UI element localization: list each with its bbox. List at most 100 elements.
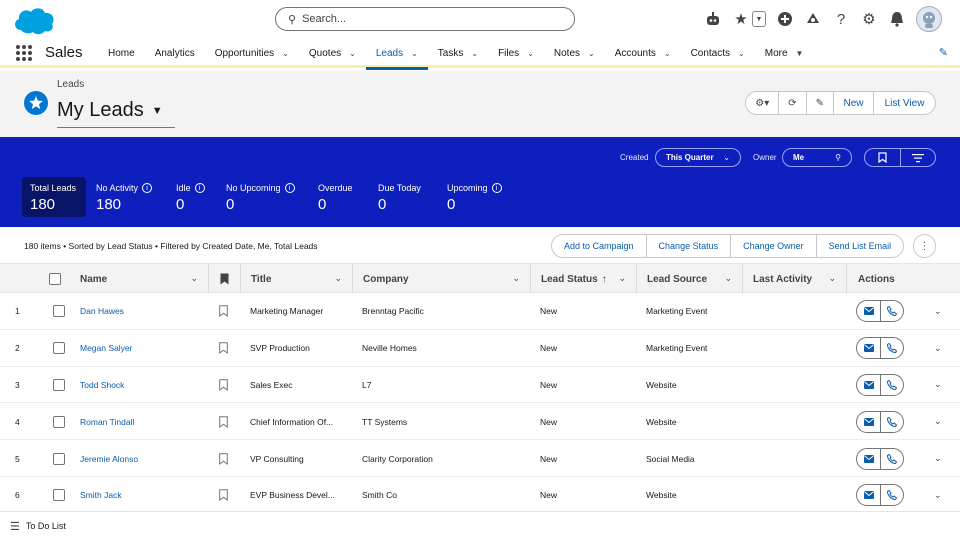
email-button[interactable] [857, 301, 880, 321]
metric-no-upcoming[interactable]: No Upcoming i 0 [218, 177, 308, 217]
filter-lines-button[interactable] [899, 149, 936, 166]
nav-item-accounts[interactable]: Accounts ⌄ [605, 38, 681, 68]
call-button[interactable] [880, 485, 903, 506]
column-header-last-activity[interactable]: Last Activity ⌄ [742, 264, 846, 294]
call-button[interactable] [880, 301, 903, 322]
info-icon[interactable]: i [491, 183, 502, 193]
bookmark-outline-icon[interactable] [219, 379, 228, 391]
row-menu-chevron-icon[interactable]: ⌄ [934, 367, 942, 404]
nav-item-notes[interactable]: Notes ⌄ [544, 38, 605, 68]
chevron-down-icon[interactable]: ⌄ [190, 273, 198, 284]
list-settings-button[interactable]: ⚙▾ [746, 92, 778, 114]
row-menu-chevron-icon[interactable]: ⌄ [934, 330, 942, 367]
column-header-name[interactable]: Name ⌄ [70, 264, 208, 294]
nav-item-home[interactable]: Home [98, 38, 145, 68]
select-all-checkbox[interactable] [49, 273, 61, 285]
more-actions-icon[interactable]: ⋮ [913, 234, 936, 258]
call-button[interactable] [880, 374, 903, 395]
column-header-lead-status[interactable]: Lead Status ↑ ⌄ [530, 264, 636, 294]
email-button[interactable] [857, 375, 880, 395]
lead-name-link[interactable]: Megan Salyer [80, 330, 132, 367]
owner-filter-input[interactable]: Me ⚲ [782, 148, 852, 167]
todo-list-button[interactable]: To Do List [26, 521, 66, 531]
gear-icon[interactable]: ⚙ [860, 10, 878, 28]
row-menu-chevron-icon[interactable]: ⌄ [934, 477, 942, 514]
bookmark-outline-icon[interactable] [219, 415, 228, 428]
metric-no-activity[interactable]: No Activity i 180 [88, 177, 166, 217]
info-icon[interactable]: i [284, 183, 295, 193]
change-owner-button[interactable]: Change Owner [730, 235, 816, 257]
call-button[interactable] [880, 448, 903, 469]
column-header-title[interactable]: Title ⌄ [240, 264, 352, 294]
new-button[interactable]: New [833, 92, 873, 114]
row-checkbox[interactable] [53, 342, 65, 355]
chevron-down-icon[interactable]: ⌄ [618, 273, 626, 284]
send-list-email-button[interactable]: Send List Email [815, 235, 904, 257]
row-menu-chevron-icon[interactable]: ⌄ [934, 293, 942, 330]
email-button[interactable] [857, 449, 880, 469]
metric-overdue[interactable]: Overdue 0 [310, 177, 368, 217]
list-view-button[interactable]: List View [873, 92, 935, 114]
list-view-selector[interactable]: My Leads ▼ [57, 99, 163, 122]
metric-due-today[interactable]: Due Today 0 [370, 177, 437, 217]
edit-list-button[interactable]: ✎ [805, 92, 833, 114]
star-icon[interactable]: ★ [732, 10, 750, 28]
chevron-down-icon[interactable]: ⌄ [282, 49, 289, 58]
nav-item-analytics[interactable]: Analytics [145, 38, 205, 68]
lead-name-link[interactable]: Jeremie Alonso [80, 440, 138, 477]
nav-item-quotes[interactable]: Quotes ⌄ [299, 38, 366, 68]
nav-item-contacts[interactable]: Contacts ⌄ [681, 38, 755, 68]
email-button[interactable] [857, 485, 880, 505]
nav-item-opportunities[interactable]: Opportunities ⌄ [205, 38, 299, 68]
add-icon[interactable] [776, 10, 794, 28]
chevron-down-icon[interactable]: ⌄ [334, 273, 342, 284]
lead-name-link[interactable]: Roman Tindall [80, 403, 134, 440]
email-button[interactable] [857, 412, 880, 432]
row-checkbox[interactable] [53, 452, 65, 465]
row-menu-chevron-icon[interactable]: ⌄ [934, 440, 942, 477]
bookmark-outline-icon[interactable] [219, 452, 228, 465]
bookmark-outline-icon[interactable] [219, 342, 228, 355]
info-icon[interactable]: i [142, 183, 153, 193]
chevron-down-icon[interactable]: ⌄ [724, 273, 732, 284]
global-search-input[interactable]: ⚲ Search... [275, 7, 575, 31]
todo-list-icon[interactable]: ☰ [10, 520, 20, 533]
chevron-down-icon[interactable]: ⌄ [349, 49, 356, 58]
salesforce-cloud-logo[interactable] [11, 4, 57, 36]
nav-item-tasks[interactable]: Tasks ⌄ [428, 38, 488, 68]
column-header-company[interactable]: Company ⌄ [352, 264, 530, 294]
column-header-lead-source[interactable]: Lead Source ⌄ [636, 264, 742, 294]
trailhead-icon[interactable] [804, 10, 822, 28]
help-icon[interactable]: ? [832, 10, 850, 28]
row-checkbox[interactable] [53, 489, 65, 502]
nav-item-more[interactable]: More ▼ [755, 38, 814, 68]
chevron-down-icon[interactable]: ⌄ [527, 49, 534, 58]
nav-item-files[interactable]: Files ⌄ [488, 38, 544, 68]
lead-name-link[interactable]: Smith Jack [80, 477, 122, 514]
bell-icon[interactable] [888, 10, 906, 28]
bookmark-filter-button[interactable] [865, 149, 900, 166]
chevron-down-icon[interactable]: ⌄ [471, 49, 478, 58]
chevron-down-icon[interactable]: ⌄ [738, 49, 745, 58]
user-avatar[interactable] [916, 6, 942, 32]
chevron-down-icon[interactable]: ⌄ [828, 273, 836, 284]
call-button[interactable] [880, 411, 903, 432]
chevron-down-icon[interactable]: ⌄ [588, 49, 595, 58]
caret-down-icon[interactable]: ▼ [152, 105, 163, 117]
row-checkbox[interactable] [53, 305, 65, 318]
favorites-menu-button[interactable]: ▼ [752, 11, 766, 27]
app-launcher-icon[interactable] [16, 45, 32, 61]
chevron-down-icon[interactable]: ⌄ [664, 49, 671, 58]
chevron-down-icon[interactable]: ⌄ [411, 49, 418, 58]
created-filter-select[interactable]: This Quarter ⌄ [655, 148, 741, 167]
bookmark-outline-icon[interactable] [219, 305, 228, 318]
metric-total-leads[interactable]: Total Leads 180 [22, 177, 86, 217]
lead-name-link[interactable]: Dan Hawes [80, 293, 124, 330]
info-icon[interactable]: i [194, 183, 205, 193]
row-checkbox[interactable] [53, 378, 65, 391]
chevron-down-icon[interactable]: ⌄ [512, 273, 520, 284]
lead-name-link[interactable]: Todd Shock [80, 367, 124, 404]
agent-icon[interactable] [704, 10, 722, 28]
edit-nav-pencil-icon[interactable]: ✎ [939, 46, 948, 59]
email-button[interactable] [857, 338, 880, 358]
